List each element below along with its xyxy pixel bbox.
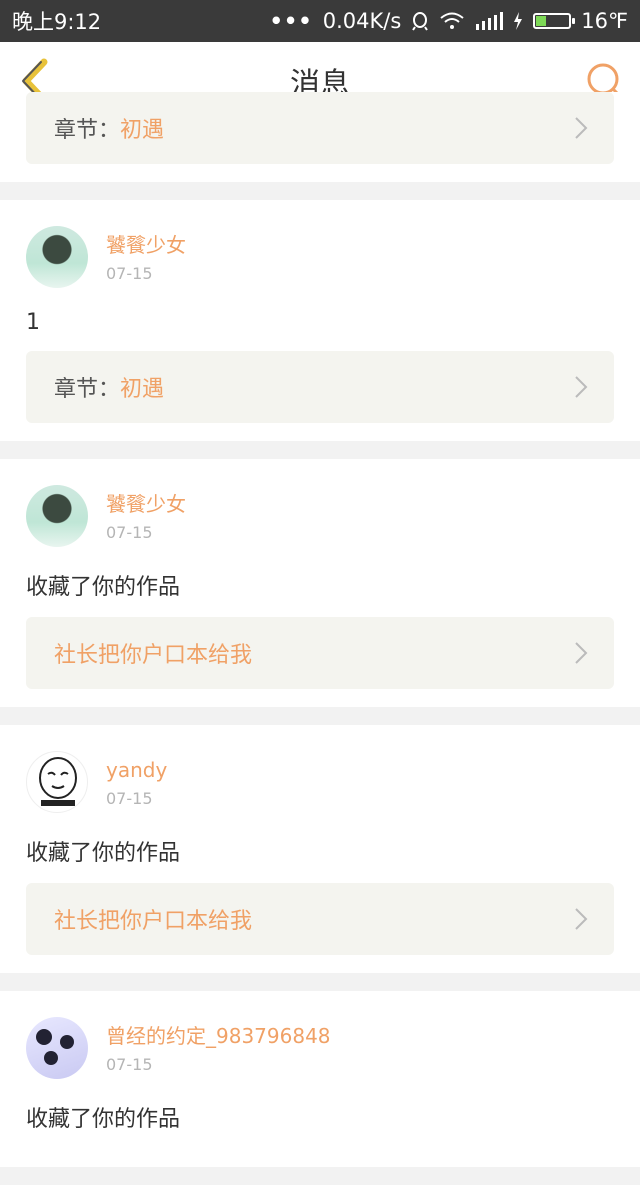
status-time: 晚上9:12 <box>12 10 102 34</box>
message-list: 章节： 初遇 饕餮少女 07-15 1 章节： 初遇 饕餮少女 07-15 收藏… <box>0 92 640 1185</box>
user-meta: 饕餮少女 07-15 <box>106 232 186 283</box>
message-card: 章节： 初遇 <box>0 92 640 182</box>
work-title: 社长把你户口本给我 <box>54 909 253 934</box>
chapter-link[interactable]: 章节： 初遇 <box>26 351 614 423</box>
qq-icon <box>412 12 429 31</box>
status-right-cluster: ••• 0.04K/s 16℉ <box>269 9 628 33</box>
message-date: 07-15 <box>106 522 153 542</box>
message-date: 07-15 <box>106 788 153 808</box>
message-date: 07-15 <box>106 1054 153 1074</box>
message-date: 07-15 <box>106 263 153 283</box>
message-card: 曾经的约定_983796848 07-15 收藏了你的作品 <box>0 991 640 1167</box>
chevron-right-icon <box>575 908 588 930</box>
signal-icon <box>476 12 504 30</box>
chevron-right-icon <box>575 376 588 398</box>
message-content: 收藏了你的作品 <box>26 575 181 600</box>
message-content: 1 <box>26 310 40 335</box>
avatar[interactable] <box>26 485 88 547</box>
ref-value: 初遇 <box>120 377 165 402</box>
work-link[interactable]: 社长把你户口本给我 <box>26 883 614 955</box>
message-content: 收藏了你的作品 <box>26 1107 181 1132</box>
username[interactable]: 曾经的约定_983796848 <box>106 1023 331 1049</box>
more-dots-icon: ••• <box>269 9 313 33</box>
username[interactable]: 饕餮少女 <box>106 491 186 517</box>
user-row: 饕餮少女 07-15 <box>26 200 614 288</box>
avatar[interactable] <box>26 751 88 813</box>
avatar[interactable] <box>26 1017 88 1079</box>
user-meta: yandy 07-15 <box>106 757 167 808</box>
avatar[interactable] <box>26 226 88 288</box>
ref-value: 初遇 <box>120 118 165 143</box>
chapter-link[interactable]: 章节： 初遇 <box>26 92 614 164</box>
network-speed: 0.04K/s <box>322 9 402 33</box>
chevron-right-icon <box>575 642 588 664</box>
temperature: 16℉ <box>581 9 628 33</box>
message-content: 收藏了你的作品 <box>26 841 181 866</box>
ref-label: 章节： <box>54 377 121 402</box>
user-row: 饕餮少女 07-15 <box>26 459 614 547</box>
user-meta: 曾经的约定_983796848 07-15 <box>106 1023 331 1074</box>
battery-icon <box>533 13 576 29</box>
status-bar: 晚上9:12 ••• 0.04K/s 16℉ <box>0 0 640 42</box>
wifi-icon <box>440 12 464 29</box>
message-card: yandy 07-15 收藏了你的作品 社长把你户口本给我 <box>0 725 640 973</box>
user-row: 曾经的约定_983796848 07-15 <box>26 991 614 1079</box>
message-card: 饕餮少女 07-15 收藏了你的作品 社长把你户口本给我 <box>0 459 640 707</box>
user-row: yandy 07-15 <box>26 725 614 813</box>
username[interactable]: yandy <box>106 757 167 783</box>
message-card: 饕餮少女 07-15 1 章节： 初遇 <box>0 200 640 441</box>
work-link[interactable]: 社长把你户口本给我 <box>26 617 614 689</box>
chevron-right-icon <box>575 117 588 139</box>
work-title: 社长把你户口本给我 <box>54 643 253 668</box>
meme-face-icon <box>39 757 77 806</box>
charging-icon <box>514 12 523 30</box>
ref-label: 章节： <box>54 118 121 143</box>
username[interactable]: 饕餮少女 <box>106 232 186 258</box>
user-meta: 饕餮少女 07-15 <box>106 491 186 542</box>
